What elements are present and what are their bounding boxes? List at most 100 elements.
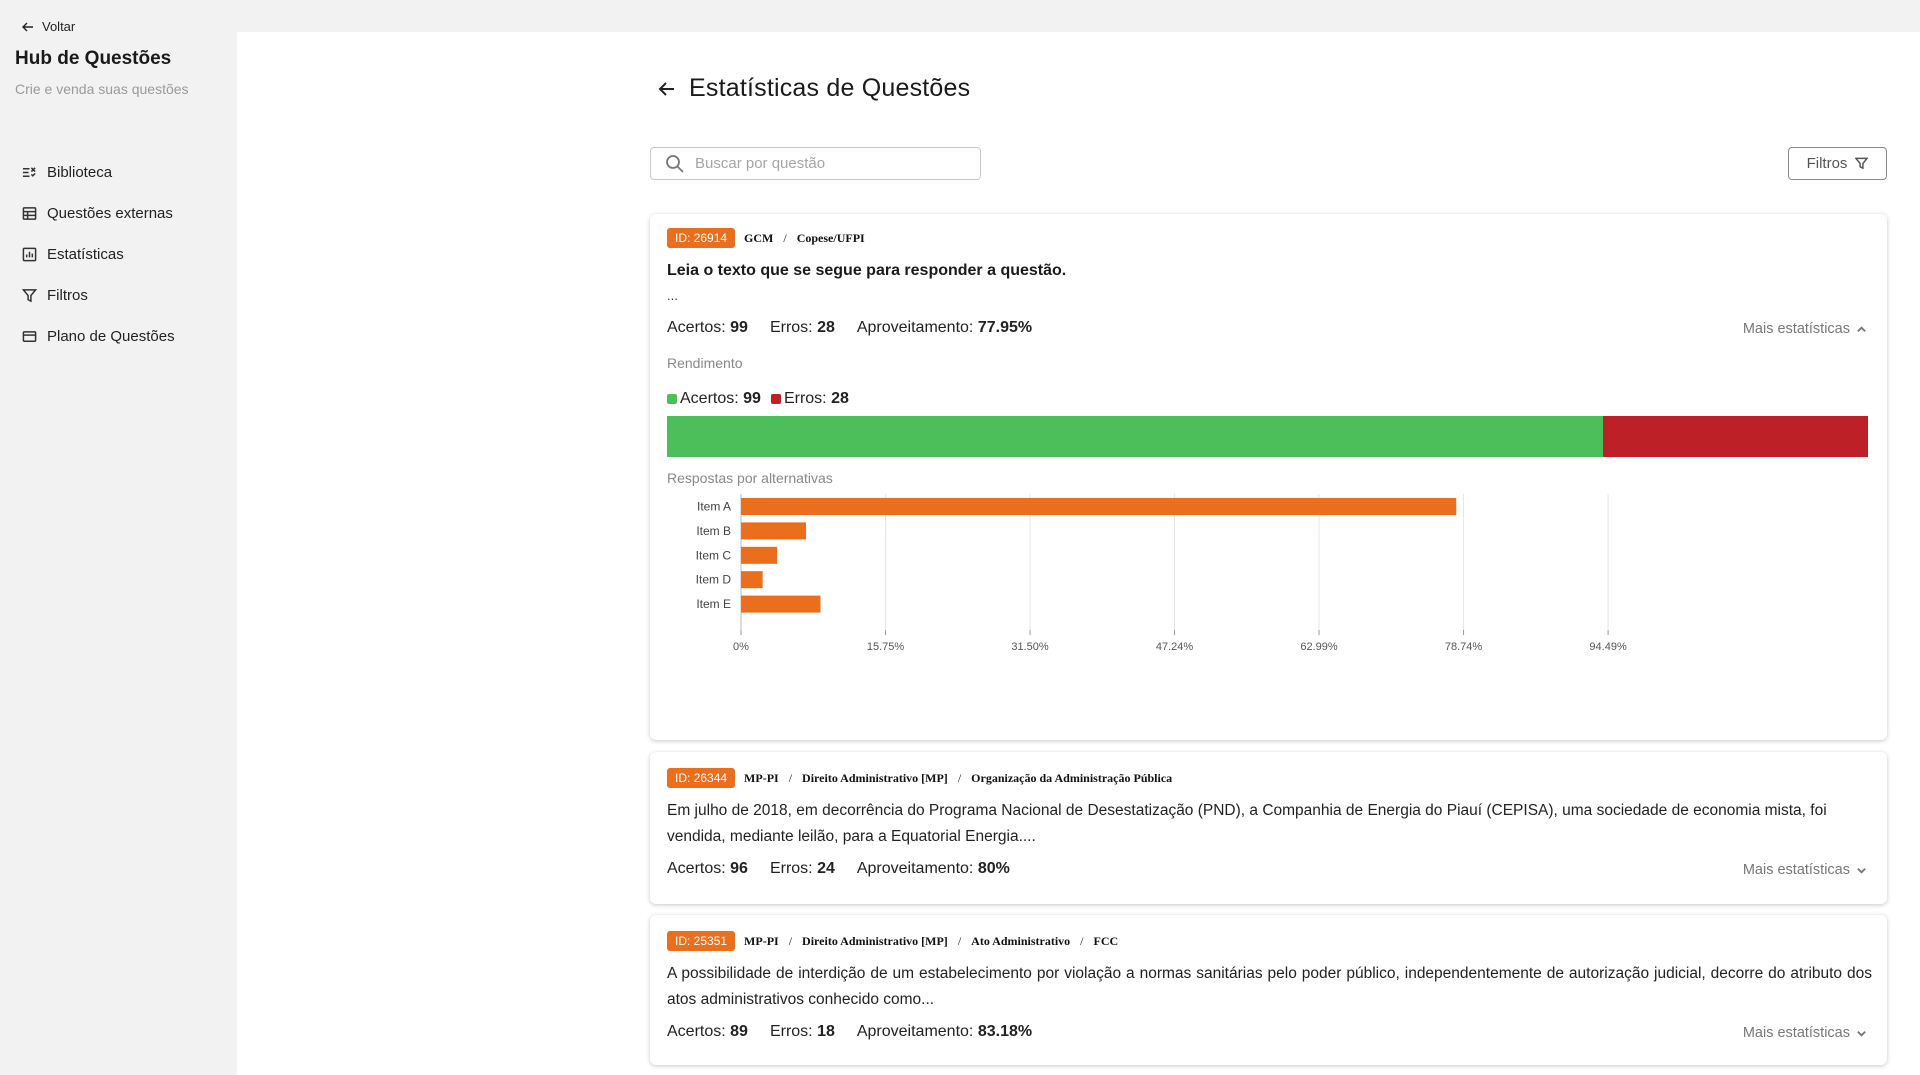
more-stats-toggle[interactable]: Mais estatísticas	[1743, 321, 1867, 337]
breadcrumb-item: Copese/UFPI	[796, 230, 865, 245]
chevron-down-icon	[1857, 1030, 1866, 1037]
back-label: Voltar	[42, 19, 76, 34]
legend-acertos: Acertos: 99	[667, 390, 761, 408]
arrow-left-icon	[22, 22, 33, 31]
question-id-badge: ID: 26914	[667, 228, 736, 248]
breadcrumb-item: FCC	[1093, 933, 1119, 948]
filters-label: Filtros	[1806, 155, 1848, 172]
sidebar-item-biblioteca[interactable]: Biblioteca	[22, 152, 175, 193]
breadcrumb-separator: /	[783, 230, 787, 245]
x-tick-label: 94.49%	[1589, 641, 1627, 653]
sidebar-item-plano-de-questoes[interactable]: Plano de Questões	[22, 316, 175, 357]
hub-title: Hub de Questões	[15, 48, 172, 69]
sidebar-item-estatisticas[interactable]: Estatísticas	[22, 234, 175, 275]
breadcrumb-item: MP-PI	[744, 933, 779, 948]
sidebar-item-label: Questões externas	[47, 205, 173, 222]
x-tick-label: 78.74%	[1445, 641, 1483, 653]
y-tick-label: Item A	[697, 500, 731, 514]
rendimento-bar	[667, 416, 1868, 457]
sidebar-item-label: Plano de Questões	[47, 328, 175, 345]
breadcrumb-item: Ato Administrativo	[971, 933, 1071, 948]
filters-button[interactable]: Filtros	[1788, 147, 1887, 180]
question-card: ID: 25351 MP-PI / Direito Administrativo…	[650, 915, 1887, 1065]
bar-item-b	[741, 522, 807, 540]
question-id-badge: ID: 26344	[667, 768, 736, 788]
breadcrumb-separator: /	[788, 933, 793, 948]
bar-item-d	[741, 571, 763, 589]
search-icon	[666, 154, 684, 173]
legend-swatch-red	[770, 394, 781, 404]
main-panel: Estatísticas de Questões Filtros ID: 269…	[237, 32, 1920, 1075]
question-text: Em julho de 2018, em decorrência do Prog…	[667, 802, 1827, 845]
search-input[interactable]	[695, 155, 955, 172]
rendimento-segment-erros	[1603, 416, 1868, 457]
erros-stat: Erros: 24	[769, 860, 835, 877]
acertos-stat: Acertos: 99	[667, 319, 748, 336]
aproveitamento-stat: Aproveitamento: 83.18%	[856, 1023, 1033, 1040]
sidebar-item-filtros[interactable]: Filtros	[22, 275, 175, 316]
breadcrumb-separator: /	[957, 933, 962, 948]
question-card: ID: 26344 MP-PI / Direito Administrativo…	[650, 752, 1887, 904]
x-tick-label: 31.50%	[1011, 641, 1049, 653]
erros-stat: Erros: 18	[769, 1023, 835, 1040]
more-stats-toggle[interactable]: Mais estatísticas	[1743, 1025, 1867, 1041]
y-tick-label: Item B	[696, 524, 731, 538]
acertos-stat: Acertos: 89	[667, 1023, 748, 1040]
arrow-left-icon[interactable]	[657, 79, 677, 99]
bar-item-a	[741, 498, 1457, 515]
breadcrumb-item: Direito Administrativo [MP]	[802, 933, 948, 948]
question-text: A possibilidade de interdição de um esta…	[667, 965, 1872, 1008]
breadcrumb-item: Organização da Administração Pública	[971, 770, 1173, 785]
question-stats: Acertos: 99 Erros: 28 Aproveitamento: 77…	[667, 319, 1054, 337]
more-stats-toggle[interactable]: Mais estatísticas	[1743, 862, 1867, 878]
answers-chart-svg: 0% 15.75% 31.50% 47.24% 62.99% 78.74% 94.49% It…	[696, 494, 1627, 653]
bar-item-c	[741, 546, 778, 564]
back-link[interactable]: Voltar	[22, 19, 75, 34]
question-text: ...	[667, 288, 678, 303]
aproveitamento-stat: Aproveitamento: 77.95%	[856, 319, 1033, 336]
legend-erros: Erros: 28	[770, 390, 849, 408]
rendimento-segment-acertos	[667, 416, 1604, 457]
bar-chart-icon	[22, 247, 37, 262]
x-tick-label: 0%	[733, 641, 749, 653]
question-meta: ID: 26344 MP-PI / Direito Administrativo…	[667, 768, 1172, 788]
rendimento-label: Rendimento	[667, 355, 743, 371]
x-tick-label: 47.24%	[1156, 641, 1194, 653]
chevron-down-icon	[1857, 867, 1866, 874]
breadcrumb-separator: /	[788, 770, 793, 785]
legend-swatch-green	[667, 394, 677, 404]
aproveitamento-stat: Aproveitamento: 80%	[856, 860, 1010, 877]
sidebar-item-label: Estatísticas	[47, 246, 124, 263]
y-tick-label: Item C	[696, 548, 732, 562]
sidebar-item-label: Biblioteca	[47, 164, 113, 181]
chevron-up-icon	[1857, 325, 1866, 332]
respostas-label: Respostas por alternativas	[667, 470, 833, 486]
breadcrumb-item: Direito Administrativo [MP]	[802, 770, 948, 785]
more-stats-label: Mais estatísticas	[1742, 321, 1850, 337]
sidebar-nav: Biblioteca Questões externas Estatística…	[22, 152, 175, 357]
question-meta: ID: 26914 GCM / Copese/UFPI	[667, 228, 865, 248]
rendimento-legend: Acertos: 99 Erros: 28	[667, 390, 859, 408]
credit-card-icon	[22, 331, 37, 342]
search-box	[650, 147, 981, 180]
breadcrumb-separator: /	[1080, 933, 1084, 948]
y-tick-label: Item E	[696, 597, 731, 611]
sidebar: Voltar Hub de Questões Crie e venda suas…	[0, 0, 237, 1075]
x-tick-label: 62.99%	[1300, 641, 1338, 653]
more-stats-label: Mais estatísticas	[1742, 862, 1850, 878]
answers-chart: 0% 15.75% 31.50% 47.24% 62.99% 78.74% 94.49% It…	[667, 486, 1868, 716]
question-card: ID: 26914 GCM / Copese/UFPI Leia o texto…	[650, 214, 1887, 740]
bar-item-e	[741, 595, 821, 613]
funnel-icon	[1855, 157, 1869, 170]
funnel-icon	[22, 289, 37, 303]
hub-subtitle: Crie e venda suas questões	[15, 81, 189, 97]
more-stats-label: Mais estatísticas	[1742, 1025, 1850, 1041]
breadcrumb-item: MP-PI	[744, 770, 779, 785]
question-stats: Acertos: 89 Erros: 18 Aproveitamento: 83…	[667, 1023, 1054, 1041]
list-check-icon	[22, 167, 36, 177]
sidebar-item-label: Filtros	[47, 287, 88, 304]
acertos-stat: Acertos: 96	[667, 860, 748, 877]
sidebar-item-questoes-externas[interactable]: Questões externas	[22, 193, 175, 234]
breadcrumb-separator: /	[957, 770, 962, 785]
y-tick-label: Item D	[696, 573, 732, 587]
